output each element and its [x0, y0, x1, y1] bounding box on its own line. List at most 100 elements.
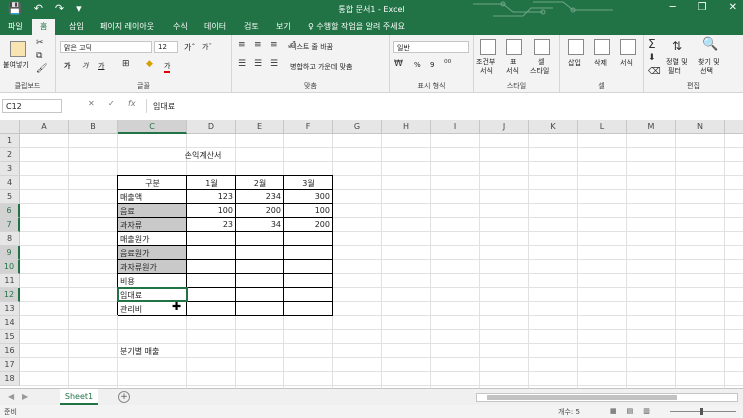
next-sheet-icon[interactable]: ▶ — [22, 392, 28, 401]
insert-cells-button[interactable]: 삽입 — [568, 58, 581, 68]
row-header-2[interactable]: 2 — [0, 148, 20, 162]
tab-home[interactable]: 홈 — [32, 19, 56, 35]
paste-button[interactable]: 붙여넣기 — [3, 60, 29, 70]
insert-function-icon[interactable]: fx — [128, 99, 136, 108]
column-header-b[interactable]: B — [69, 120, 118, 134]
increase-font-button[interactable]: 가ˆ — [184, 42, 195, 53]
table-format-label-2[interactable]: 서식 — [506, 66, 519, 76]
sort-filter-icon[interactable]: ⇅ — [672, 39, 682, 53]
column-header-m[interactable]: M — [627, 120, 676, 134]
row-header-17[interactable]: 17 — [0, 358, 20, 372]
value-cell[interactable] — [236, 274, 284, 288]
row-header-6[interactable]: 6 — [0, 204, 20, 218]
value-cell[interactable]: 123 — [187, 190, 236, 204]
tab-insert[interactable]: 삽입 — [69, 21, 84, 32]
row-header-12[interactable]: 12 — [0, 288, 20, 302]
row-label-cell[interactable]: 매출원가 — [118, 232, 187, 246]
row-header-1[interactable]: 1 — [0, 134, 20, 148]
align-right-icon[interactable]: ☰ — [270, 59, 278, 69]
tab-review[interactable]: 검토 — [244, 21, 259, 32]
paste-icon[interactable] — [10, 41, 26, 57]
cut-icon[interactable]: ✂ — [36, 38, 44, 48]
value-cell[interactable]: 300 — [284, 190, 333, 204]
comma-button[interactable]: 9 — [430, 61, 434, 69]
row-header-18[interactable]: 18 — [0, 372, 20, 386]
add-sheet-icon[interactable]: + — [118, 391, 130, 403]
conditional-format-label-2[interactable]: 서식 — [480, 66, 493, 76]
column-header-d[interactable]: D — [187, 120, 236, 134]
value-cell[interactable] — [187, 302, 236, 316]
restore-icon[interactable]: ❐ — [698, 2, 707, 13]
column-header-f[interactable]: F — [284, 120, 333, 134]
scrollbar-thumb[interactable] — [487, 395, 677, 400]
format-painter-icon[interactable]: 🖌 — [36, 64, 47, 74]
font-name-select[interactable]: 맑은 고딕 — [60, 41, 152, 53]
value-cell[interactable]: 100 — [187, 204, 236, 218]
normal-view-icon[interactable]: ▦ — [610, 407, 617, 415]
value-cell[interactable] — [236, 302, 284, 316]
horizontal-scrollbar[interactable] — [476, 393, 738, 402]
align-bottom-icon[interactable]: ≡ — [270, 40, 278, 50]
value-cell[interactable] — [284, 260, 333, 274]
format-cells-button[interactable]: 서식 — [620, 58, 633, 68]
autosum-icon[interactable]: Σ — [648, 37, 656, 51]
column-header-n[interactable]: N — [676, 120, 725, 134]
column-header-k[interactable]: K — [529, 120, 578, 134]
table-header-cell[interactable]: 3월 — [284, 176, 333, 190]
row-header-8[interactable]: 8 — [0, 232, 20, 246]
fill-icon[interactable]: ⬇ — [648, 53, 656, 63]
sheet-title-cell[interactable]: 손익계산서 — [173, 148, 233, 162]
font-size-select[interactable]: 12 — [154, 41, 178, 53]
row-header-4[interactable]: 4 — [0, 176, 20, 190]
value-cell[interactable] — [236, 232, 284, 246]
value-cell[interactable]: 200 — [236, 204, 284, 218]
row-header-14[interactable]: 14 — [0, 316, 20, 330]
row-label-cell[interactable]: 음료원가 — [118, 246, 187, 260]
tab-page-layout[interactable]: 페이지 레이아웃 — [100, 21, 154, 32]
underline-button[interactable]: 가 — [98, 61, 104, 71]
value-cell[interactable] — [187, 232, 236, 246]
tab-data[interactable]: 데이터 — [204, 21, 226, 32]
align-middle-icon[interactable]: ≡ — [254, 40, 262, 50]
tell-me-search[interactable]: ♀ 수행할 작업을 알려 주세요 — [308, 21, 405, 32]
sheet-tab-sheet1[interactable]: Sheet1 — [60, 389, 98, 405]
column-header-o[interactable]: O — [725, 120, 743, 134]
row-header-11[interactable]: 11 — [0, 274, 20, 288]
value-cell[interactable] — [284, 288, 333, 302]
enter-icon[interactable]: ✓ — [108, 99, 115, 108]
value-cell[interactable] — [284, 302, 333, 316]
tab-file[interactable]: 파일 — [8, 21, 23, 32]
value-cell[interactable]: 100 — [284, 204, 333, 218]
value-cell[interactable] — [187, 288, 236, 302]
decimal-icon[interactable]: ⁰⁰ — [444, 59, 451, 69]
prev-sheet-icon[interactable]: ◀ — [8, 392, 14, 401]
find-select-label-2[interactable]: 선택 — [700, 66, 713, 76]
align-top-icon[interactable]: ≡ — [238, 40, 246, 50]
column-header-e[interactable]: E — [236, 120, 284, 134]
worksheet-grid[interactable]: ABCDEFGHIJKLMNO1234567891011121314151617… — [0, 120, 743, 388]
row-header-16[interactable]: 16 — [0, 344, 20, 358]
accounting-format-icon[interactable]: ₩ — [394, 59, 403, 69]
number-format-select[interactable]: 일반 — [393, 41, 469, 53]
copy-icon[interactable]: ⧉ — [36, 51, 42, 61]
fill-color-icon[interactable]: ◆ — [146, 59, 153, 69]
column-header-a[interactable]: A — [20, 120, 69, 134]
table-format-icon[interactable] — [506, 39, 522, 55]
row-header-3[interactable]: 3 — [0, 162, 20, 176]
name-box[interactable]: C12 — [2, 99, 62, 113]
column-header-g[interactable]: G — [333, 120, 382, 134]
insert-cells-icon[interactable] — [568, 39, 584, 55]
conditional-format-icon[interactable] — [480, 39, 496, 55]
row-label-cell[interactable]: 비용 — [118, 274, 187, 288]
borders-icon[interactable]: ⊞ — [122, 59, 130, 69]
tab-formulas[interactable]: 수식 — [173, 21, 188, 32]
row-header-5[interactable]: 5 — [0, 190, 20, 204]
clear-icon[interactable]: ⌫ — [648, 67, 661, 77]
row-header-10[interactable]: 10 — [0, 260, 20, 274]
value-cell[interactable] — [284, 274, 333, 288]
wrap-text-button[interactable]: 텍스트 줄 바꿈 — [290, 42, 333, 52]
tab-view[interactable]: 보기 — [276, 21, 291, 32]
value-cell[interactable] — [187, 274, 236, 288]
select-all-corner[interactable] — [0, 120, 20, 134]
value-cell[interactable] — [187, 246, 236, 260]
